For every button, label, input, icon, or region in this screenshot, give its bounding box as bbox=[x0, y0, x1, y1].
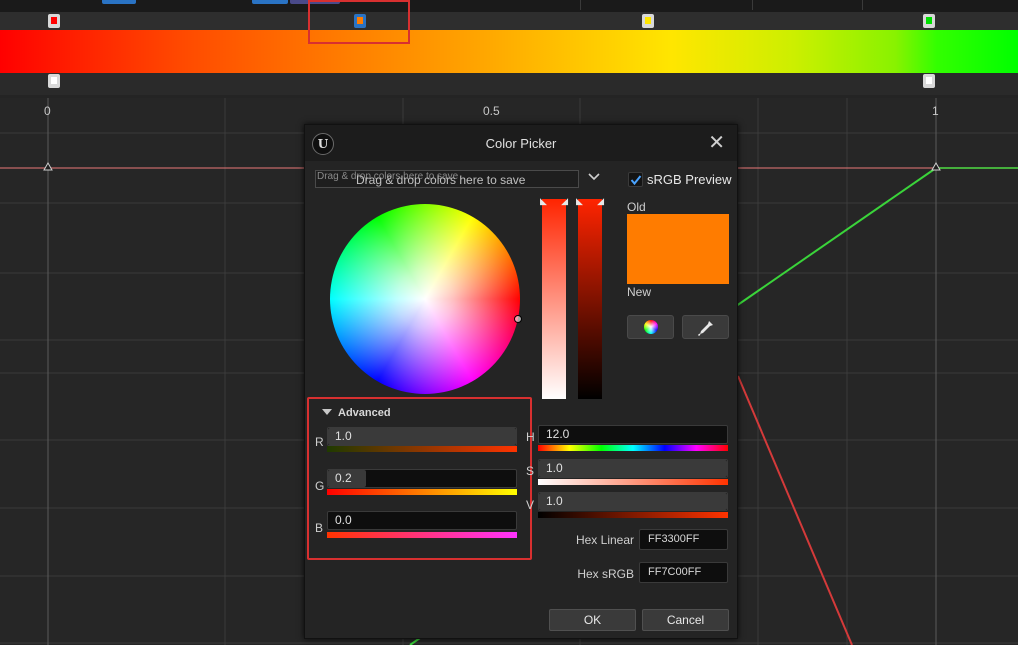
color-swatch-drop-zone[interactable]: Drag & drop colors here to save Drag & d… bbox=[315, 170, 579, 188]
color-wheel-icon bbox=[644, 320, 658, 334]
curve-key-end bbox=[931, 161, 941, 171]
toolbar-button[interactable] bbox=[252, 0, 288, 4]
color-stop-red[interactable] bbox=[48, 14, 60, 28]
hex-linear-label: Hex Linear bbox=[575, 533, 634, 547]
srgb-preview-label: sRGB Preview bbox=[647, 172, 732, 187]
slider-marker-right-icon: ◢ bbox=[597, 197, 604, 207]
red-curve-descending bbox=[737, 375, 853, 645]
new-color-label: New bbox=[627, 285, 652, 299]
toolbar-separator bbox=[862, 0, 863, 10]
hue-channel-input[interactable]: 12.0 bbox=[538, 425, 728, 444]
eyedropper-button[interactable] bbox=[682, 315, 729, 339]
hex-linear-input[interactable]: FF3300FF bbox=[639, 529, 728, 550]
cancel-button[interactable]: Cancel bbox=[642, 609, 729, 631]
hex-srgb-label: Hex sRGB bbox=[577, 567, 634, 581]
alpha-stop-track[interactable] bbox=[0, 73, 1018, 95]
alpha-stop-start[interactable] bbox=[48, 74, 60, 88]
green-curve-fragment bbox=[409, 637, 421, 645]
hue-channel-gradient[interactable] bbox=[538, 445, 728, 451]
chevron-down-icon[interactable] bbox=[587, 169, 601, 187]
dialog-title-bar[interactable]: U Color Picker ✕ bbox=[305, 125, 737, 161]
slider-marker-left-icon: ◣ bbox=[576, 197, 583, 207]
advanced-section-highlight bbox=[307, 397, 532, 560]
alpha-slider[interactable]: ◣ ◢ bbox=[576, 197, 604, 399]
value-slider[interactable]: ◣ ◢ bbox=[540, 197, 568, 399]
toolbar-separator bbox=[752, 0, 753, 10]
color-picker-dialog: U Color Picker ✕ Drag & drop colors here… bbox=[304, 124, 738, 639]
color-wheel[interactable] bbox=[330, 204, 520, 394]
value-channel-label: V bbox=[526, 498, 535, 512]
slider-marker-right-icon: ◢ bbox=[561, 197, 568, 207]
color-stop-yellow[interactable] bbox=[642, 14, 654, 28]
color-wheel-cursor[interactable] bbox=[514, 315, 522, 323]
value-channel-input[interactable]: 1.0 bbox=[538, 492, 728, 511]
value-channel-value: 1.0 bbox=[546, 494, 563, 508]
alpha-stop-end[interactable] bbox=[923, 74, 935, 88]
axis-tick-0: 0 bbox=[44, 104, 51, 118]
saturation-channel-gradient[interactable] bbox=[538, 479, 728, 485]
hue-channel-value: 12.0 bbox=[546, 427, 570, 441]
axis-tick-0-5: 0.5 bbox=[483, 104, 500, 118]
ok-button[interactable]: OK bbox=[549, 609, 636, 631]
swatch-drop-text: Drag & drop colors here to save bbox=[356, 173, 526, 187]
axis-tick-1: 1 bbox=[932, 104, 939, 118]
old-new-color-preview bbox=[627, 214, 729, 284]
selected-stop-highlight bbox=[308, 0, 410, 44]
saturation-channel-input[interactable]: 1.0 bbox=[538, 459, 728, 478]
toolbar-button[interactable] bbox=[102, 0, 136, 4]
value-channel-gradient[interactable] bbox=[538, 512, 728, 518]
slider-marker-left-icon: ◣ bbox=[540, 197, 547, 207]
close-button[interactable]: ✕ bbox=[708, 130, 725, 154]
toolbar-separator bbox=[580, 0, 581, 10]
color-stop-track[interactable] bbox=[0, 12, 1018, 30]
saturation-channel-label: S bbox=[526, 464, 535, 478]
color-stop-green[interactable] bbox=[923, 14, 935, 28]
dialog-title: Color Picker bbox=[485, 136, 557, 151]
top-toolbar-strip bbox=[0, 0, 1018, 12]
eyedropper-icon bbox=[697, 321, 713, 337]
saturation-channel-value: 1.0 bbox=[546, 461, 563, 475]
checkmark-icon bbox=[630, 175, 642, 186]
srgb-preview-checkbox[interactable] bbox=[628, 172, 643, 187]
old-color-label: Old bbox=[627, 200, 646, 214]
hue-channel-label: H bbox=[526, 430, 535, 444]
color-wheel-mode-button[interactable] bbox=[627, 315, 674, 339]
gradient-preview-bar[interactable] bbox=[0, 30, 1018, 73]
hex-srgb-input[interactable]: FF7C00FF bbox=[639, 562, 728, 583]
curve-key-start bbox=[43, 161, 53, 171]
